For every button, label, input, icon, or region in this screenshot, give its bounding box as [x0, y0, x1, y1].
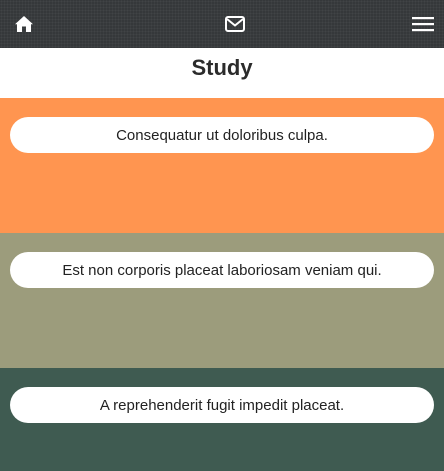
top-navigation-bar	[0, 0, 444, 48]
menu-button[interactable]	[410, 0, 436, 48]
home-icon	[15, 16, 33, 32]
section-item-pill[interactable]: Consequatur ut doloribus culpa.	[10, 117, 434, 153]
envelope-icon	[225, 16, 245, 32]
page-title: Study	[191, 55, 253, 80]
home-button[interactable]	[12, 0, 36, 48]
content-section: Est non corporis placeat laboriosam veni…	[0, 233, 444, 368]
hamburger-menu-icon	[412, 17, 434, 32]
section-item-pill[interactable]: A reprehenderit fugit impedit placeat.	[10, 387, 434, 423]
title-bar: Study	[0, 48, 444, 98]
content-section: A reprehenderit fugit impedit placeat.	[0, 368, 444, 471]
content-section: Consequatur ut doloribus culpa.	[0, 98, 444, 233]
mail-button[interactable]	[223, 0, 247, 48]
section-item-pill[interactable]: Est non corporis placeat laboriosam veni…	[10, 252, 434, 288]
